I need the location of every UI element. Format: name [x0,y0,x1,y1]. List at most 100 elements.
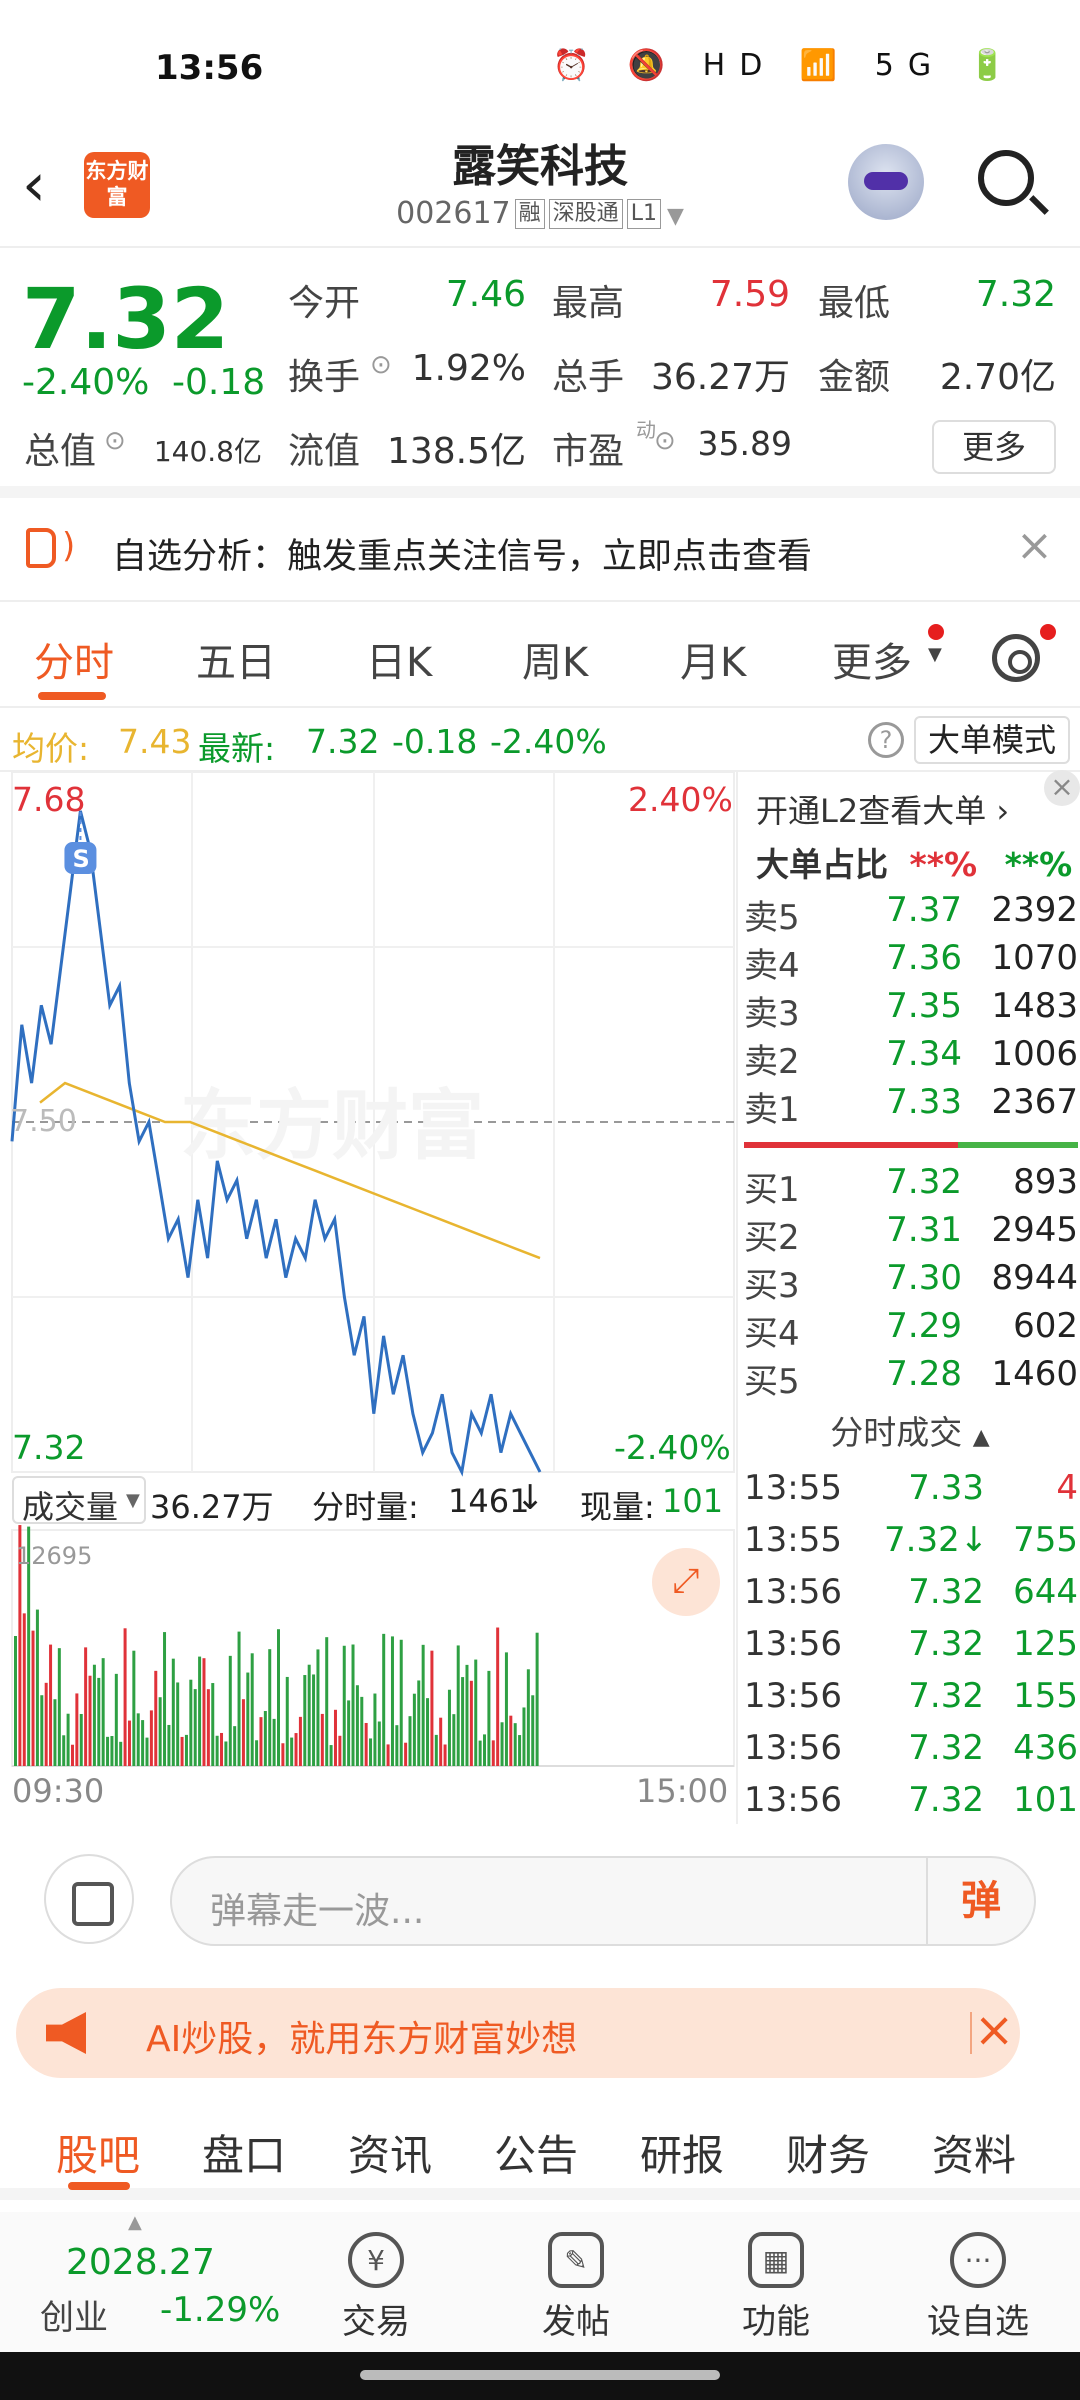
tab-announcements[interactable]: 公告 [494,2122,578,2183]
chevron-right-icon: › [996,792,1010,830]
danmu-settings-icon[interactable] [44,1854,134,1944]
settings-badge [1040,624,1056,640]
watermark: 东方财富 [180,1081,484,1170]
close-icon[interactable]: × [1044,770,1080,806]
tab-monthly-k[interactable]: 月K [680,630,746,688]
price-summary-bar: 均价: 7.43 最新: 7.32 -0.18 -2.40% ? 大单模式 [0,710,1080,772]
volume-bar [31,1630,35,1766]
info-icon[interactable]: ⊙ [104,426,126,456]
tab-news[interactable]: 资讯 [348,2122,432,2183]
l2-upgrade-link[interactable]: 开通L2查看大单 › [756,786,1009,832]
tab-intraday[interactable]: 分时 [34,630,114,688]
tab-five-day[interactable]: 五日 [196,630,276,688]
high-label: 最高 [552,283,625,324]
more-button[interactable]: 更多 [932,420,1056,474]
pct-bottom-label: -2.40% [614,1428,731,1467]
danmu-bar: 弹幕走一波... 弹 [0,1826,1080,1962]
tab-research[interactable]: 研报 [640,2122,724,2183]
volume-bar [434,1734,438,1766]
volume-bar [176,1682,180,1766]
trade-price: 7.32 [908,1624,984,1664]
volume-bar [57,1648,61,1766]
close-icon[interactable]: × [1016,520,1053,571]
mktcap-value: 140.8亿 [153,435,262,468]
expand-icon[interactable]: ⤢ [652,1548,720,1616]
tab-more[interactable]: 更多 [832,630,912,688]
search-icon[interactable] [978,150,1034,206]
intraday-chart[interactable]: 东方财富 S 7.68 2.40% 7.50 7.32 -2.40% 成交量 ▼… [0,772,736,1824]
speaker-icon [26,526,75,568]
big-order-mode-button[interactable]: 大单模式 [914,716,1070,764]
ask-price: 7.35 [886,986,962,1026]
volume-bar [452,1714,456,1766]
volume-bar [250,1653,254,1766]
volume-bar [277,1629,280,1766]
danmu-send-button[interactable]: 弹 [926,1858,1034,1944]
volume-bar [294,1733,298,1766]
trade-price: 7.32 [908,1572,984,1612]
robot-assistant-icon[interactable] [848,144,924,220]
tab-finance[interactable]: 财务 [786,2122,870,2183]
caret-up-icon: ▲ [972,1425,990,1450]
alert-text[interactable]: 自选分析：触发重点关注信号，立即点击查看 [112,528,812,579]
status-bar: 13:56 ⏰ 🔕 HD 📶 5G 🔋 [0,0,1080,120]
volume-bar [110,1736,114,1766]
trade-volume: 755 [1013,1520,1078,1560]
volume-bars [14,1525,539,1766]
now-volume-label: 现量: [580,1488,655,1526]
volume-bar [355,1685,359,1766]
volume-bar [259,1717,263,1766]
volume-bar [333,1709,337,1766]
index-ticker[interactable]: ▲ 2028.27 创业 -1.29% [0,2212,280,2352]
bid-label: 买1 [744,1170,800,1210]
tab-weekly-k[interactable]: 周K [522,630,588,688]
help-icon[interactable]: ? [868,722,904,758]
ask-price: 7.37 [886,890,962,930]
volume-bar [268,1649,272,1766]
ask-volume: 2367 [991,1082,1078,1122]
ai-banner[interactable]: AI炒股，就用东方财富妙想 × [16,1988,1020,2078]
trades-header[interactable]: 分时成交 ▲ [738,1406,1080,1454]
tab-profile[interactable]: 资料 [932,2122,1016,2183]
volume-bar [220,1732,224,1766]
latest-value: 7.32 [306,722,380,761]
gesture-bar [0,2352,1080,2400]
index-value: 2028.27 [66,2242,215,2283]
bid-label: 买3 [744,1266,800,1306]
nav-add-watchlist[interactable]: ··· 设自选 [918,2232,1038,2343]
volume-bar [246,1672,250,1766]
nav-trade[interactable]: ¥ 交易 [316,2232,436,2343]
close-icon[interactable]: × [974,2002,1014,2058]
alert-bar[interactable]: 自选分析：触发重点关注信号，立即点击查看 × [0,498,1080,602]
volume-bar [211,1683,215,1766]
danmu-input[interactable]: 弹幕走一波... 弹 [170,1856,1036,1946]
info-icon[interactable]: ⊙ [370,350,392,380]
volume-value: 36.27万 [650,357,790,398]
volume-bar [14,1636,17,1766]
l2-upgrade-text: 开通L2查看大单 [756,792,987,830]
pe-sup: 动 [636,418,656,442]
volume-selector-label: 成交量 [22,1488,119,1526]
nav-features[interactable]: ▦ 功能 [716,2232,836,2343]
nav-trade-label: 交易 [342,2302,410,2342]
bid-price: 7.32 [886,1162,962,1202]
volume-bar [66,1713,70,1766]
volume-selector[interactable]: 成交量 ▼ [12,1476,146,1526]
bid-volume: 1460 [991,1354,1078,1394]
trade-price: 7.32 [908,1780,984,1820]
nav-post[interactable]: ✎ 发帖 [516,2232,636,2343]
volume-bar [189,1679,193,1766]
bottom-nav: ▲ 2028.27 创业 -1.29% ¥ 交易 ✎ 发帖 ▦ 功能 ··· 设自选 [0,2212,1080,2352]
info-icon[interactable]: ⊙ [654,426,676,456]
edit-icon: ✎ [548,2232,604,2288]
volume-bar [171,1658,175,1766]
settings-gear-icon[interactable] [992,634,1040,682]
tab-handicap[interactable]: 盘口 [202,2122,286,2183]
volume-bar [535,1632,539,1766]
tab-daily-k[interactable]: 日K [366,630,432,688]
low-label: 最低 [818,283,891,324]
tab-forum[interactable]: 股吧 [56,2122,140,2183]
trade-time: 13:56 [744,1780,842,1820]
chevron-down-icon: ▼ [928,644,942,665]
index-name: 创业 [40,2298,108,2338]
